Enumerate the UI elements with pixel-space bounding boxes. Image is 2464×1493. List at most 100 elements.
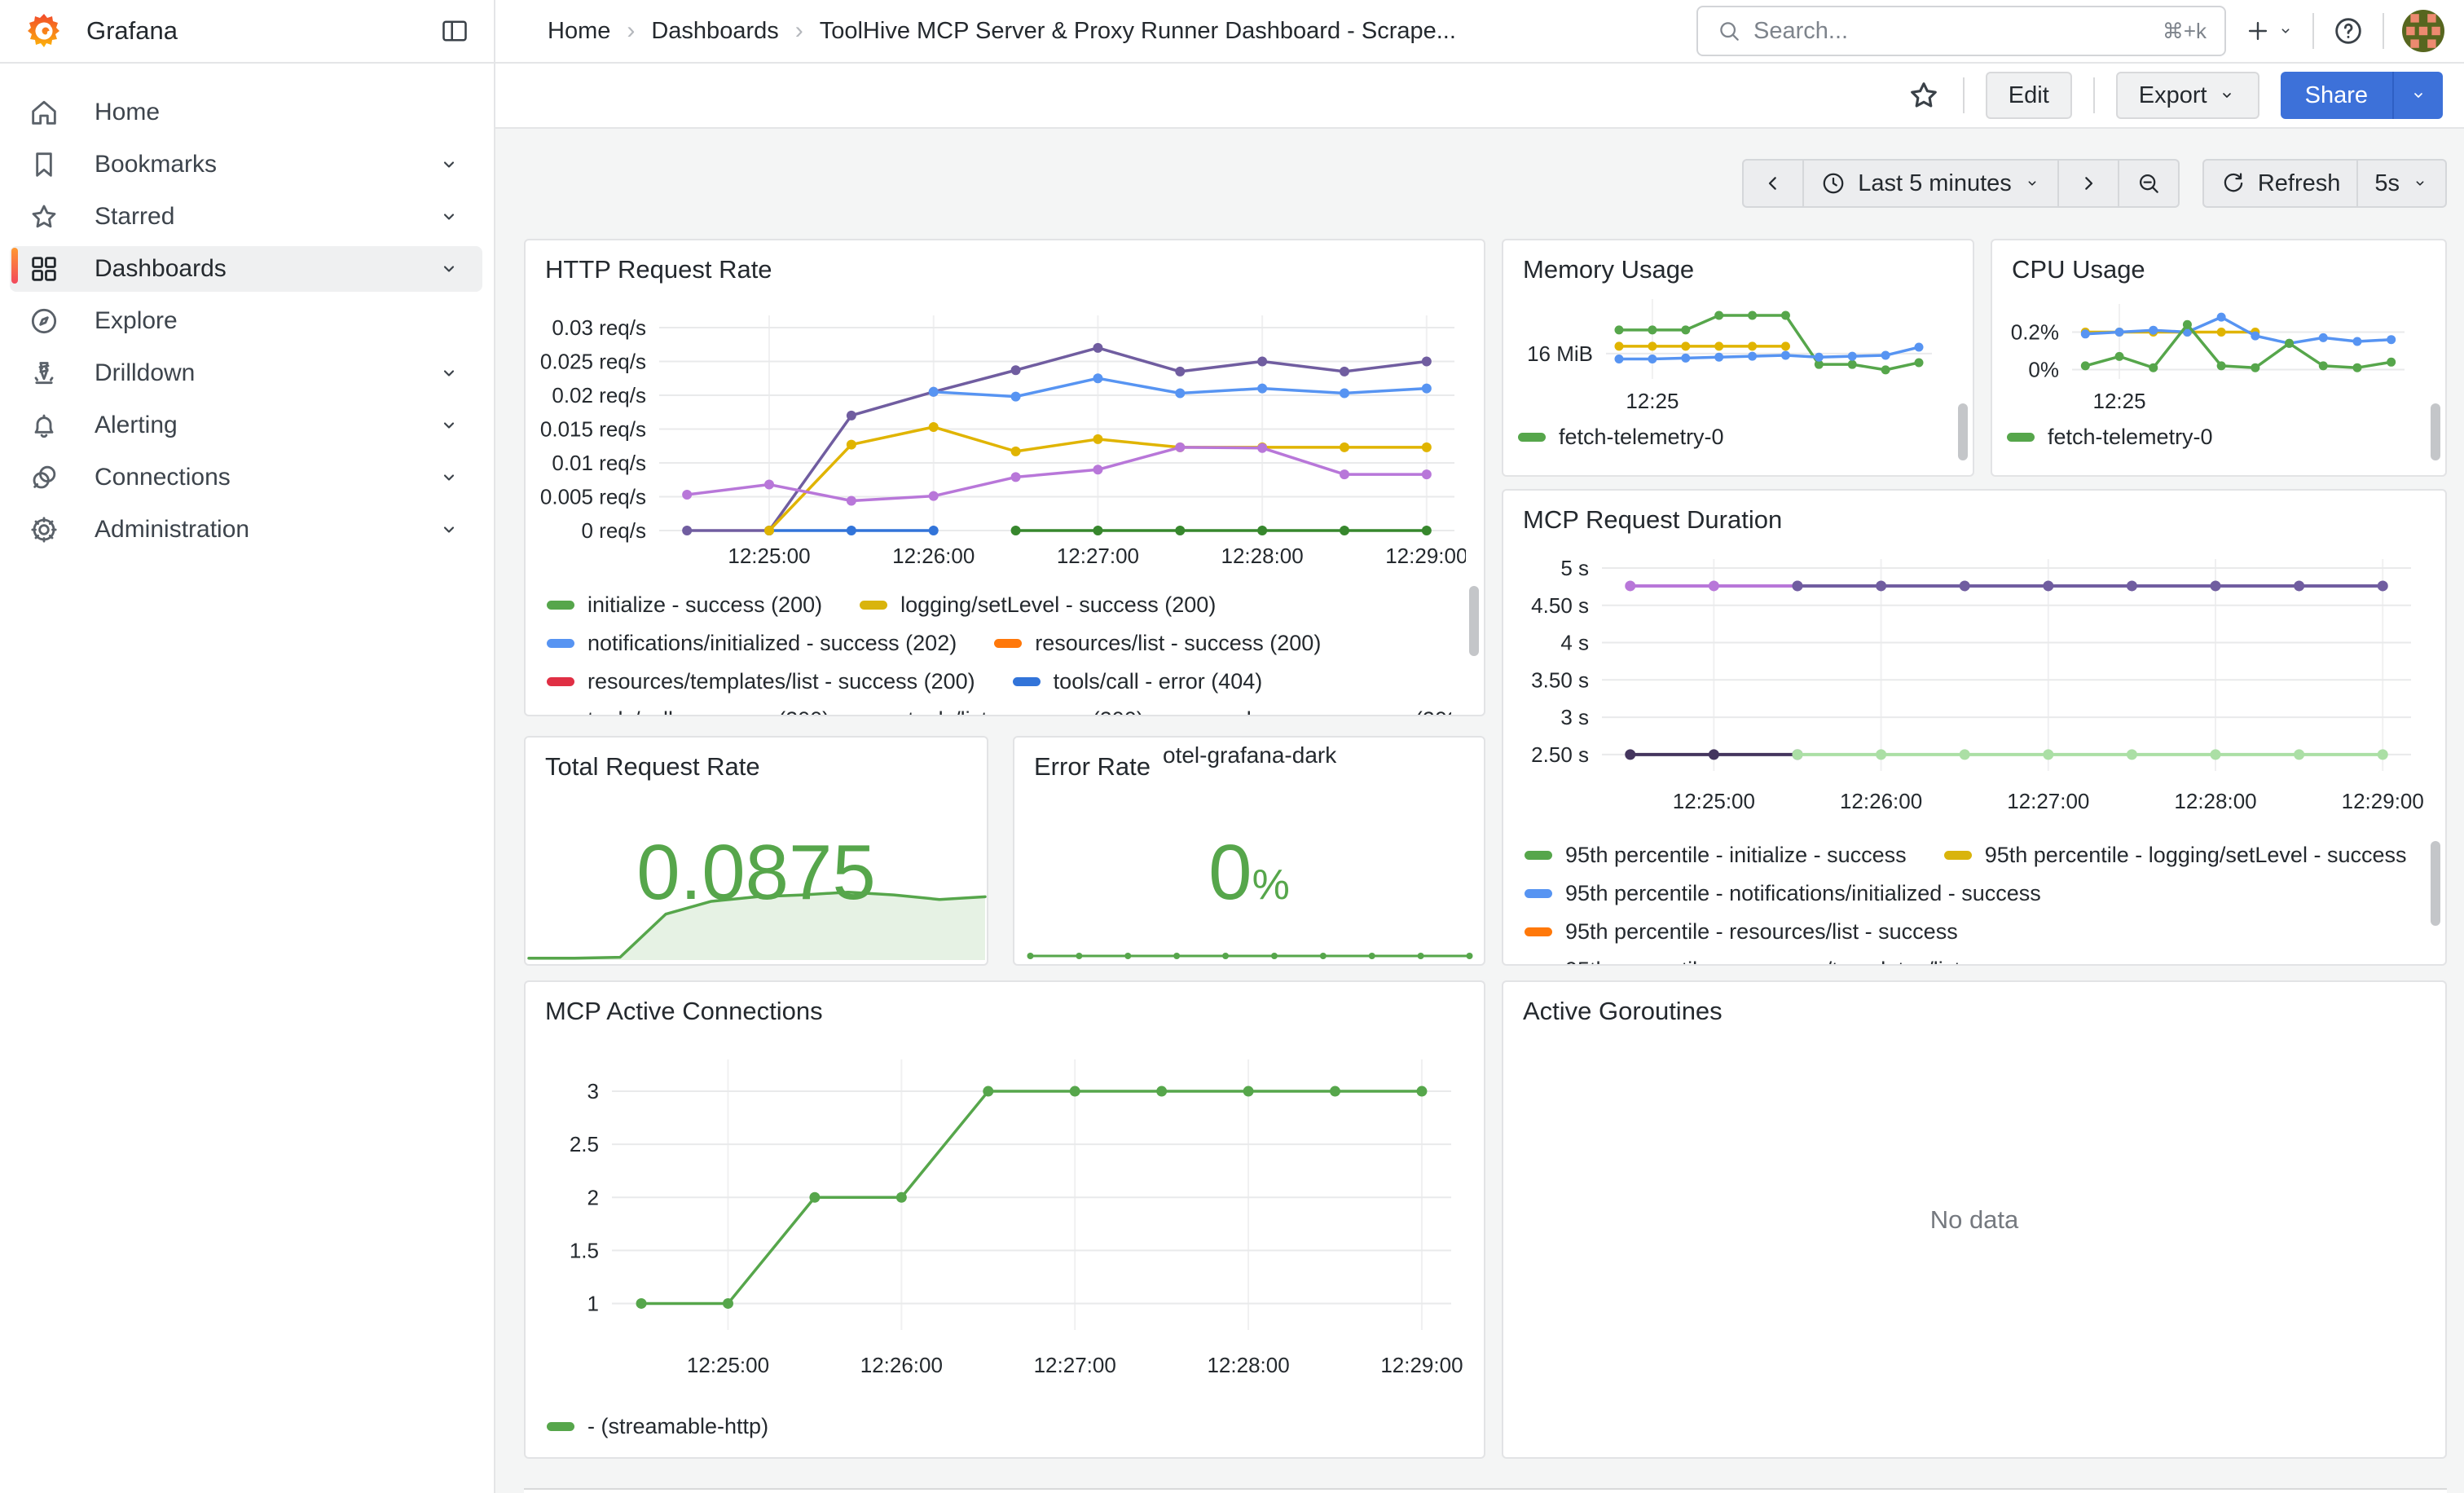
- legend-item[interactable]: 95th percentile - notifications/initiali…: [1525, 881, 2041, 906]
- svg-text:0.005 req/s: 0.005 req/s: [540, 484, 646, 509]
- legend-item[interactable]: initialize - success (200): [547, 592, 822, 618]
- legend-item[interactable]: notifications/initialized - success (202…: [547, 631, 957, 656]
- panel-title[interactable]: CPU Usage: [2012, 255, 2145, 284]
- legend-item[interactable]: - (streamable-http): [547, 1414, 768, 1439]
- chevron-down-icon[interactable]: [437, 257, 461, 281]
- scrollbar[interactable]: [2431, 841, 2440, 926]
- svg-text:12:25:00: 12:25:00: [687, 1353, 769, 1377]
- chevron-down-icon[interactable]: [437, 413, 461, 438]
- svg-text:12:26:00: 12:26:00: [860, 1353, 943, 1377]
- chevron-down-icon[interactable]: [437, 465, 461, 490]
- legend-label: tools/call - error (404): [1054, 669, 1263, 694]
- time-range-picker[interactable]: Last 5 minutes: [1804, 159, 2059, 208]
- sidebar-header: Grafana: [0, 0, 494, 64]
- panel-title[interactable]: MCP Active Connections: [545, 997, 823, 1026]
- cpu-usage-chart[interactable]: 0.2%0%12:25: [1999, 288, 2429, 412]
- time-back-button[interactable]: [1742, 159, 1804, 208]
- favorite-star-button[interactable]: [1906, 77, 1942, 113]
- legend-item[interactable]: 95th percentile - initialize - success: [1525, 843, 1907, 868]
- svg-text:12:26:00: 12:26:00: [892, 544, 975, 568]
- drag-overlay-label: otel-grafana-dark: [1163, 742, 1336, 769]
- legend-item[interactable]: tools/list - success (200): [867, 707, 1144, 715]
- search-input[interactable]: Search... ⌘+k: [1696, 6, 2226, 56]
- panel-title[interactable]: Memory Usage: [1523, 255, 1694, 284]
- stat-value: 0.0875: [526, 834, 987, 912]
- sidebar-item-alerting: Alerting: [10, 399, 482, 451]
- legend-item[interactable]: fetch-telemetry-0: [2007, 425, 2213, 450]
- chevron-left-icon: [1760, 170, 1786, 196]
- add-new-button[interactable]: [2244, 17, 2295, 45]
- legend-swatch: [1013, 677, 1041, 686]
- legend-item[interactable]: tools/call - success (200): [547, 707, 829, 715]
- legend-label: fetch-telemetry-0: [2048, 425, 2213, 450]
- svg-text:12:27:00: 12:27:00: [1057, 544, 1139, 568]
- panel-title[interactable]: Total Request Rate: [545, 752, 760, 782]
- legend-item[interactable]: 95th percentile - resources/templates/li…: [1525, 958, 2059, 964]
- scrollbar[interactable]: [1469, 586, 1479, 656]
- search-icon: [1716, 18, 1742, 44]
- help-button[interactable]: [2332, 15, 2365, 47]
- chevron-down-icon[interactable]: [437, 205, 461, 229]
- refresh-interval-picker[interactable]: 5s: [2358, 159, 2447, 208]
- scrollbar[interactable]: [2431, 403, 2440, 460]
- legend-swatch: [1518, 433, 1546, 442]
- edit-button[interactable]: Edit: [1986, 72, 2072, 119]
- share-menu-button[interactable]: [2392, 72, 2443, 119]
- mcp-active-connections-chart[interactable]: 32.521.5112:25:0012:26:0012:27:0012:28:0…: [539, 1023, 1467, 1399]
- avatar[interactable]: [2402, 10, 2444, 52]
- svg-text:0.2%: 0.2%: [2011, 320, 2059, 345]
- mcp-request-duration-chart[interactable]: 5 s4.50 s4 s3.50 s3 s2.50 s12:25:0012:26…: [1516, 526, 2427, 821]
- legend-item[interactable]: 95th percentile - logging/setLevel - suc…: [1944, 843, 2407, 868]
- help-icon: [2332, 15, 2365, 47]
- legend-item[interactable]: logging/setLevel - success (200): [860, 592, 1216, 618]
- share-button[interactable]: Share: [2281, 72, 2392, 119]
- chevron-down-icon[interactable]: [437, 517, 461, 542]
- dashboard-actions-bar: Edit Export Share: [495, 64, 2464, 129]
- chevron-down-icon[interactable]: [437, 152, 461, 177]
- panel-mcp-request-duration: MCP Request Duration 5 s4.50 s4 s3.50 s3…: [1502, 489, 2447, 966]
- legend-label: notifications/initialized - success (202…: [587, 631, 957, 656]
- legend-label: fetch-telemetry-0: [1559, 425, 1724, 450]
- svg-text:5 s: 5 s: [1560, 556, 1589, 580]
- svg-text:12:25:00: 12:25:00: [728, 544, 810, 568]
- legend-item[interactable]: 95th percentile - resources/list - succe…: [1525, 919, 1958, 945]
- legend-swatch: [860, 601, 887, 610]
- bell-icon: [28, 409, 60, 442]
- time-forward-button[interactable]: [2059, 159, 2119, 208]
- legend-row: 95th percentile - resources/list - succe…: [1525, 913, 2413, 951]
- svg-text:12:25:00: 12:25:00: [1673, 789, 1755, 813]
- svg-text:12:25: 12:25: [1626, 389, 1679, 412]
- panel-title[interactable]: Error Rate: [1034, 752, 1151, 782]
- connections-icon: [28, 461, 60, 494]
- home-icon: [28, 96, 60, 129]
- breadcrumb-current: ToolHive MCP Server & Proxy Runner Dashb…: [820, 18, 1456, 45]
- legend-label: initialize - success (200): [587, 592, 822, 618]
- bookmark-icon: [28, 148, 60, 181]
- breadcrumb-dashboards[interactable]: Dashboards: [651, 18, 778, 45]
- scrollbar[interactable]: [1958, 403, 1968, 460]
- refresh-button[interactable]: Refresh: [2202, 159, 2359, 208]
- svg-text:12:27:00: 12:27:00: [2007, 789, 2089, 813]
- export-button[interactable]: Export: [2116, 72, 2259, 119]
- http-request-rate-chart[interactable]: 0 req/s0.005 req/s0.01 req/s0.015 req/s0…: [537, 276, 1466, 571]
- legend-item[interactable]: resources/list - success (200): [994, 631, 1321, 656]
- legend-row: - (streamable-http): [547, 1407, 1451, 1446]
- legend-swatch: [547, 639, 574, 648]
- next-row-panel-edge: [524, 1488, 2447, 1493]
- dock-sidebar-icon[interactable]: [437, 13, 473, 49]
- divider: [2312, 13, 2314, 49]
- svg-text:0.025 req/s: 0.025 req/s: [540, 349, 646, 373]
- legend-item[interactable]: tools/call - error (404): [1013, 669, 1263, 694]
- dashboards-grid-icon: [28, 253, 60, 285]
- svg-text:3: 3: [587, 1079, 599, 1103]
- star-icon: [28, 200, 60, 233]
- chevron-down-icon[interactable]: [437, 361, 461, 385]
- breadcrumb-home[interactable]: Home: [548, 18, 610, 45]
- zoom-out-button[interactable]: [2119, 159, 2180, 208]
- legend-item[interactable]: resources/templates/list - success (200): [547, 669, 975, 694]
- error-rate-sparkline[interactable]: [1023, 935, 1477, 962]
- legend-item[interactable]: unknown - success (200): [1181, 707, 1451, 715]
- legend-item[interactable]: fetch-telemetry-0: [1518, 425, 1724, 450]
- legend-swatch: [547, 1422, 574, 1431]
- memory-usage-chart[interactable]: 16 MiB12:25: [1510, 288, 1956, 412]
